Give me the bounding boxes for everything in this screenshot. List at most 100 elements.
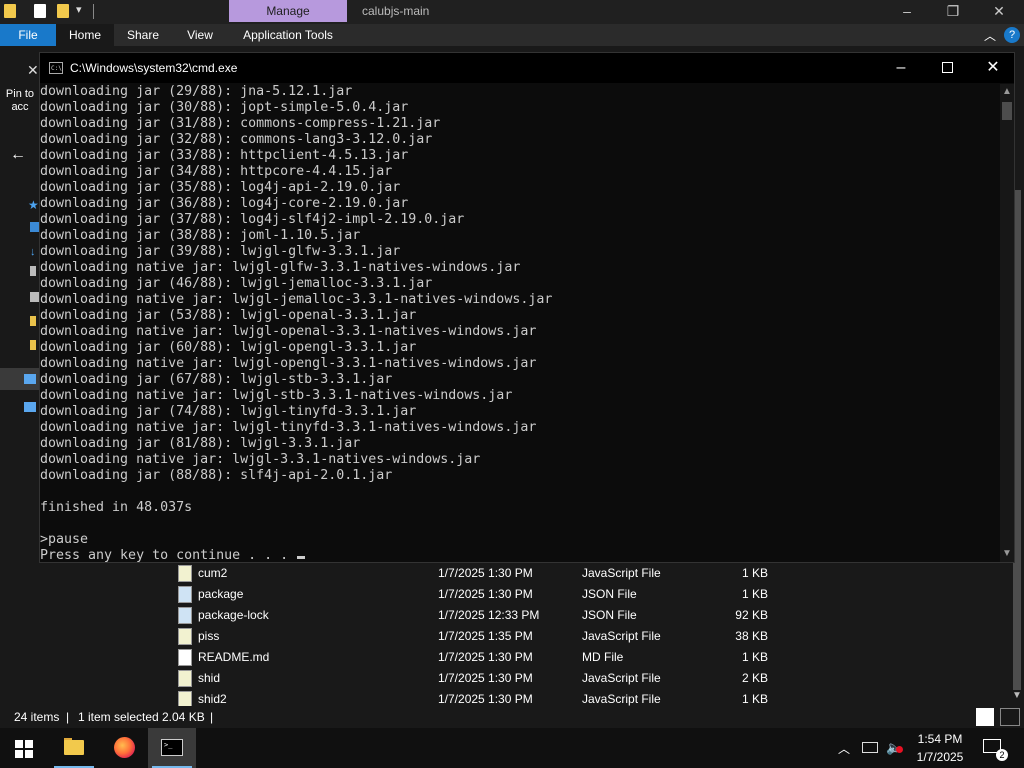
console-output[interactable]: downloading jar (29/88): jna-5.12.1.jar d… [40,84,998,562]
console-line: downloading native jar: lwjgl-jemalloc-3… [40,292,998,308]
file-type: JavaScript File [582,629,661,643]
file-name: cum2 [198,566,228,580]
console-line-text: downloading jar (60/88): lwjgl-opengl-3.… [40,340,417,355]
notification-badge: 2 [996,749,1008,761]
console-line-text: downloading jar (46/88): lwjgl-jemalloc-… [40,276,433,291]
cmd-scrollbar[interactable]: ▲ ▼ [1000,84,1014,562]
file-row[interactable]: README.md 1/7/2025 1:30 PM MD File 1 KB [160,647,1000,668]
explorer-titlebar: ▾ Manage calubjs-main – ❐ ✕ [0,0,1024,24]
tab-view[interactable]: View [178,24,222,46]
details-view-button[interactable] [976,708,994,726]
minimize-button[interactable]: – [884,0,930,22]
taskbar-file-explorer[interactable] [50,728,98,768]
js-file-icon [178,565,192,582]
tab-home[interactable]: Home [56,24,114,46]
console-line: downloading native jar: lwjgl-3.3.1-nati… [40,452,998,468]
console-line-text: downloading native jar: lwjgl-openal-3.3… [40,324,537,339]
back-arrow-icon[interactable]: ← [10,146,26,164]
console-line-text: downloading native jar: lwjgl-jemalloc-3… [40,292,553,307]
new-folder-icon[interactable] [57,4,69,18]
this-pc-icon[interactable] [24,374,36,384]
console-line: downloading jar (30/88): jopt-simple-5.0… [40,100,998,116]
properties-icon[interactable] [34,4,46,18]
divider: | [210,710,214,724]
md-file-icon [178,649,192,666]
scroll-down-icon[interactable]: ▼ [1002,548,1012,559]
file-row[interactable]: package 1/7/2025 1:30 PM JSON File 1 KB [160,584,1000,605]
folder-icon[interactable] [4,4,16,18]
close-button[interactable]: ✕ [970,53,1016,83]
clock-time[interactable]: 1:54 PM [912,732,968,746]
console-line-text: downloading jar (32/88): commons-lang3-3… [40,132,433,147]
pin-to-quick-access-label[interactable]: Pin to acc [2,88,38,114]
file-row[interactable]: shid 1/7/2025 1:30 PM JavaScript File 2 KB [160,668,1000,689]
cmd-titlebar[interactable]: C:\ C:\Windows\system32\cmd.exe – ✕ [40,53,1014,83]
collapse-ribbon-icon[interactable]: ︿ [984,27,996,44]
tab-application-tools[interactable]: Application Tools [234,24,342,46]
taskbar-firefox[interactable] [100,728,148,768]
console-line-text: downloading native jar: lwjgl-glfw-3.3.1… [40,260,521,275]
file-size: 1 KB [741,587,768,601]
folder-icon [64,740,84,755]
file-name: shid [198,671,221,685]
help-icon[interactable]: ? [1004,27,1020,43]
clock-date[interactable]: 1/7/2025 [912,750,968,764]
taskbar-command-prompt[interactable]: >_ [148,728,196,768]
scrollbar-thumb[interactable] [1002,102,1012,120]
firefox-icon [114,737,135,758]
file-row[interactable]: package-lock 1/7/2025 12:33 PM JSON File 92… [160,605,1000,626]
console-line: downloading jar (53/88): lwjgl-openal-3.… [40,308,998,324]
file-name: shid2 [198,692,227,706]
windows-logo-icon [25,740,33,748]
scroll-down-icon[interactable]: ▼ [1012,690,1022,701]
tab-share[interactable]: Share [118,24,168,46]
network-icon[interactable] [24,402,36,412]
cmd-icon: >_ [161,739,183,756]
command-prompt-window[interactable]: C:\ C:\Windows\system32\cmd.exe – ✕ down… [39,52,1015,563]
file-type: JavaScript File [582,671,661,685]
console-line: downloading jar (81/88): lwjgl-3.3.1.jar [40,436,998,452]
console-line-text: downloading native jar: lwjgl-3.3.1-nati… [40,452,481,467]
console-line: downloading jar (74/88): lwjgl-tinyfd-3.… [40,404,998,420]
console-line: >pause [40,532,998,548]
file-name: package-lock [198,608,269,622]
console-line-text: finished in 48.037s [40,500,193,515]
large-icons-view-button[interactable] [1000,708,1020,726]
folder-icon[interactable] [30,340,36,350]
file-row[interactable]: piss 1/7/2025 1:35 PM JavaScript File 38 KB [160,626,1000,647]
console-line: downloading native jar: lwjgl-glfw-3.3.1… [40,260,998,276]
maximize-button[interactable] [924,53,970,83]
console-line-text: downloading jar (53/88): lwjgl-openal-3.… [40,308,417,323]
network-icon[interactable] [862,742,878,753]
file-size: 1 KB [741,566,768,580]
restore-button[interactable]: ❐ [930,0,976,22]
console-line: downloading native jar: lwjgl-opengl-3.3… [40,356,998,372]
taskbar: >_ ︿ 🔈 1:54 PM 1/7/2025 2 [0,728,1024,768]
console-line-text: downloading jar (29/88): jna-5.12.1.jar [40,84,353,99]
file-type: JSON File [582,608,637,622]
console-line: finished in 48.037s [40,500,998,516]
pin-icon[interactable]: ✕ [27,62,39,79]
tab-file[interactable]: File [0,24,56,46]
file-name: README.md [198,650,270,664]
window-title: calubjs-main [362,4,430,18]
console-line-text: downloading jar (88/88): slf4j-api-2.0.1… [40,468,393,483]
minimize-button[interactable]: – [878,53,924,83]
divider [93,4,94,19]
console-line-text: downloading jar (35/88): log4j-api-2.19.… [40,180,401,195]
console-line-text: downloading native jar: lwjgl-tinyfd-3.3… [40,420,537,435]
customize-quick-access-icon[interactable]: ▾ [76,3,82,16]
documents-icon[interactable] [30,266,36,276]
selection-count: 1 item selected [78,710,159,724]
console-line-text: downloading jar (36/88): log4j-core-2.19… [40,196,409,211]
manage-contextual-tab[interactable]: Manage [229,0,347,22]
file-row[interactable]: cum2 1/7/2025 1:30 PM JavaScript File 1 KB [160,563,1000,584]
show-hidden-icons-icon[interactable]: ︿ [838,740,850,757]
start-button[interactable] [0,728,48,768]
console-line: downloading jar (31/88): commons-compres… [40,116,998,132]
folder-icon[interactable] [30,316,36,326]
close-button[interactable]: ✕ [976,0,1022,22]
scroll-up-icon[interactable]: ▲ [1002,86,1012,97]
quick-access-star-icon[interactable]: ★ [28,198,39,212]
